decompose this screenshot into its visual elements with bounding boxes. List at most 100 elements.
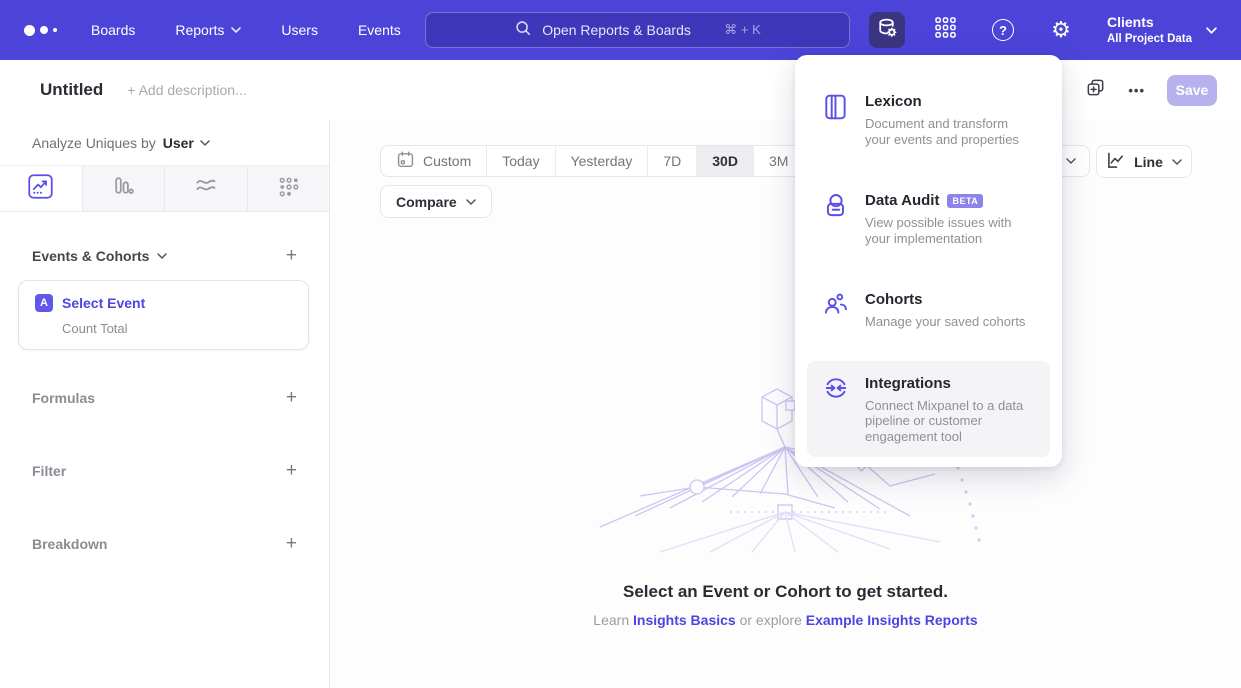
global-search[interactable]: ⌘ + K xyxy=(425,12,850,48)
flow-tab-icon xyxy=(194,174,218,203)
menu-item-title: Data Audit BETA xyxy=(865,191,1036,211)
empty-state-title: Select an Event or Cohort to get started… xyxy=(330,582,1241,602)
database-gear-icon xyxy=(875,16,899,45)
apps-grid-button[interactable] xyxy=(927,12,963,48)
cohorts-people-icon xyxy=(823,290,849,330)
empty-sub-prefix: Learn xyxy=(593,612,629,628)
nav-boards-label: Boards xyxy=(91,22,135,38)
analyze-entity-value: User xyxy=(163,135,194,151)
add-filter-button[interactable]: + xyxy=(286,461,297,480)
breakdown-label: Breakdown xyxy=(32,536,107,552)
chevron-down-icon xyxy=(231,27,241,33)
chart-style-dropdown[interactable]: Line xyxy=(1096,145,1192,178)
range-30d-label: 30D xyxy=(712,153,738,169)
data-audit-description: View possible issues with your implement… xyxy=(865,215,1036,246)
menu-item-data-audit[interactable]: Data Audit BETA View possible issues wit… xyxy=(807,178,1050,259)
beta-badge: BETA xyxy=(947,194,983,208)
nav-reports[interactable]: Reports xyxy=(175,22,241,38)
events-cohorts-header[interactable]: Events & Cohorts xyxy=(32,248,167,264)
nav-users-label: Users xyxy=(281,22,318,38)
data-management-button[interactable] xyxy=(869,12,905,48)
report-description-placeholder[interactable]: + Add description... xyxy=(127,82,246,98)
menu-item-integrations[interactable]: Integrations Connect Mixpanel to a data … xyxy=(807,361,1050,458)
range-7d-label: 7D xyxy=(663,153,681,169)
formulas-section: Formulas + xyxy=(0,388,329,407)
calendar-icon xyxy=(396,150,415,172)
lexicon-book-icon xyxy=(823,92,849,147)
chart-type-tabs xyxy=(0,166,329,212)
line-chart-icon xyxy=(1106,152,1125,172)
search-input[interactable] xyxy=(542,22,714,38)
tab-bar-chart[interactable] xyxy=(83,166,166,211)
filter-label: Filter xyxy=(32,463,66,479)
duplicate-icon[interactable] xyxy=(1085,77,1106,103)
menu-item-lexicon[interactable]: Lexicon Document and transform your even… xyxy=(807,79,1050,160)
range-today-label: Today xyxy=(502,153,539,169)
range-30d[interactable]: 30D xyxy=(697,146,754,176)
chevron-down-icon xyxy=(1172,159,1182,165)
chevron-down-icon xyxy=(1206,27,1217,34)
add-formula-button[interactable]: + xyxy=(286,388,297,407)
chart-style-label: Line xyxy=(1134,154,1163,170)
help-icon: ? xyxy=(992,19,1014,41)
project-name: Clients xyxy=(1107,14,1192,32)
example-reports-link[interactable]: Example Insights Reports xyxy=(806,612,978,628)
add-breakdown-button[interactable]: + xyxy=(286,534,297,553)
save-button[interactable]: Save xyxy=(1167,75,1217,106)
range-today[interactable]: Today xyxy=(487,146,555,176)
compare-label: Compare xyxy=(396,194,457,210)
range-3m-label: 3M xyxy=(769,153,788,169)
insights-basics-link[interactable]: Insights Basics xyxy=(633,612,736,628)
menu-item-cohorts[interactable]: Cohorts Manage your saved cohorts xyxy=(807,277,1050,343)
help-button[interactable]: ? xyxy=(985,12,1021,48)
tab-metric[interactable] xyxy=(248,166,330,211)
range-yesterday[interactable]: Yesterday xyxy=(556,146,649,176)
cohorts-title: Cohorts xyxy=(865,290,923,310)
event-aggregation[interactable]: Count Total xyxy=(62,321,292,336)
chevron-down-icon xyxy=(1066,158,1076,164)
lexicon-title: Lexicon xyxy=(865,92,922,112)
nav-users[interactable]: Users xyxy=(281,22,318,38)
report-title[interactable]: Untitled xyxy=(40,80,103,100)
search-icon xyxy=(514,19,532,42)
empty-state-subtitle: Learn Insights Basics or explore Example… xyxy=(330,612,1241,628)
grid-icon xyxy=(935,17,956,43)
nav-reports-label: Reports xyxy=(175,22,224,38)
menu-item-title: Cohorts xyxy=(865,290,1025,310)
lexicon-description: Document and transform your events and p… xyxy=(865,116,1036,147)
menu-item-title: Integrations xyxy=(865,374,1036,394)
compare-button[interactable]: Compare xyxy=(380,185,492,218)
gear-icon: ⚙ xyxy=(1051,19,1071,41)
add-event-button[interactable]: + xyxy=(286,246,297,265)
data-audit-icon xyxy=(823,191,849,246)
event-letter-badge: A xyxy=(35,294,53,312)
line-chart-tab-icon xyxy=(28,174,53,204)
select-event-button[interactable]: Select Event xyxy=(62,295,145,311)
search-shortcut: ⌘ + K xyxy=(724,22,761,38)
tab-flow[interactable] xyxy=(165,166,248,211)
bar-chart-tab-icon xyxy=(112,175,135,203)
empty-sub-middle: or explore xyxy=(740,612,802,628)
query-builder-sidebar: Analyze Uniques by User xyxy=(0,120,330,688)
mixpanel-logo[interactable] xyxy=(24,25,57,36)
formulas-label: Formulas xyxy=(32,390,95,406)
nav-events[interactable]: Events xyxy=(358,22,401,38)
range-yesterday-label: Yesterday xyxy=(571,153,633,169)
settings-button[interactable]: ⚙ xyxy=(1043,12,1079,48)
range-custom-label: Custom xyxy=(423,153,471,169)
project-selector[interactable]: Clients All Project Data xyxy=(1107,14,1217,46)
nav-events-label: Events xyxy=(358,22,401,38)
nav-boards[interactable]: Boards xyxy=(91,22,135,38)
range-custom[interactable]: Custom xyxy=(381,146,487,176)
breakdown-section: Breakdown + xyxy=(0,534,329,553)
range-7d[interactable]: 7D xyxy=(648,146,697,176)
tab-insights-line[interactable] xyxy=(0,166,83,211)
data-audit-title: Data Audit xyxy=(865,191,939,211)
analyze-entity-dropdown[interactable]: User xyxy=(163,135,210,151)
filter-section: Filter + xyxy=(0,461,329,480)
event-row-card[interactable]: A Select Event Count Total xyxy=(18,280,309,350)
chevron-down-icon xyxy=(466,199,476,205)
events-cohorts-label: Events & Cohorts xyxy=(32,248,149,264)
menu-item-title: Lexicon xyxy=(865,92,1036,112)
more-options-button[interactable]: ••• xyxy=(1128,83,1145,98)
